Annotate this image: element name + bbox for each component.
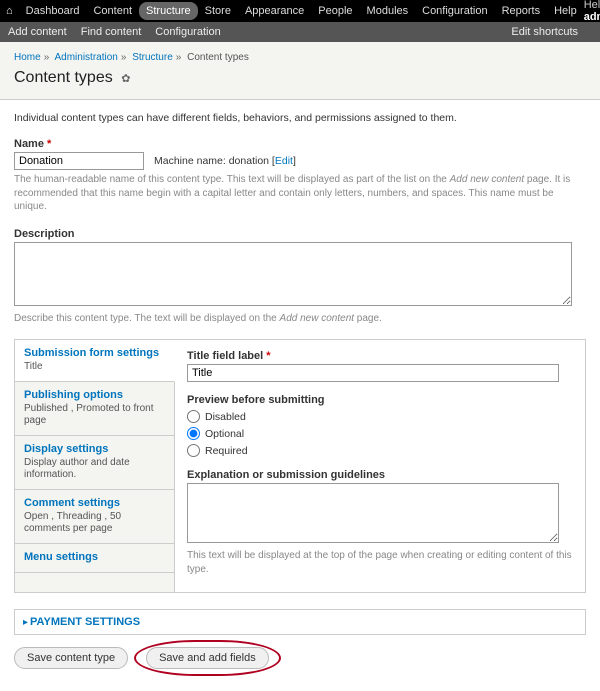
vtab-summary: Published , Promoted to front page — [24, 403, 165, 428]
machine-name: Machine name: donation [Edit] — [154, 155, 296, 167]
admin-topbar: ⌂ DashboardContentStructureStoreAppearan… — [0, 0, 600, 22]
hello-user: Hello admin — [584, 0, 600, 23]
top-menu-reports[interactable]: Reports — [495, 2, 548, 20]
vtab-summary: Display author and date information. — [24, 457, 165, 482]
save-content-type-button[interactable]: Save content type — [14, 647, 128, 669]
preview-option-disabled[interactable]: Disabled — [187, 410, 573, 423]
preview-option-optional[interactable]: Optional — [187, 427, 573, 440]
top-menu-structure[interactable]: Structure — [139, 2, 198, 20]
shortcut-bar: Add content Find content Configuration Edi… — [0, 22, 600, 42]
breadcrumb-admin[interactable]: Administration — [54, 52, 117, 63]
machine-name-edit-link[interactable]: Edit — [275, 155, 293, 167]
preview-radio-disabled[interactable] — [187, 410, 200, 423]
vtab-title: Menu settings — [24, 551, 165, 563]
explanation-textarea[interactable] — [187, 483, 559, 543]
submission-form-pane: Title field label * Preview before submi… — [175, 340, 585, 592]
vertical-tabs-list: Submission form settings Title Publishing … — [15, 340, 175, 592]
form-actions: Save content type Save and add fields — [14, 647, 586, 679]
shortcut-add-content[interactable]: Add content — [8, 26, 67, 38]
top-menu-content[interactable]: Content — [86, 2, 139, 20]
top-menu-configuration[interactable]: Configuration — [415, 2, 494, 20]
payment-settings-title: PAYMENT SETTINGS — [30, 616, 140, 628]
breadcrumb-home[interactable]: Home — [14, 52, 41, 63]
description-label: Description — [14, 228, 586, 240]
description-help: Describe this content type. The text wil… — [14, 312, 586, 326]
shortcut-configuration[interactable]: Configuration — [155, 26, 220, 38]
name-field: Name * Machine name: donation [Edit] The… — [14, 138, 586, 214]
top-menu-help[interactable]: Help — [547, 2, 584, 20]
vtab-title: Submission form settings — [24, 347, 165, 359]
top-menu-appearance[interactable]: Appearance — [238, 2, 311, 20]
vtab-submission-form-settings[interactable]: Submission form settings Title — [15, 340, 175, 382]
top-menu: DashboardContentStructureStoreAppearance… — [19, 2, 584, 20]
vtab-title: Display settings — [24, 443, 165, 455]
vtab-publishing-options[interactable]: Publishing options Published , Promoted t… — [15, 382, 174, 436]
preview-radio-optional[interactable] — [187, 427, 200, 440]
breadcrumb: Home» Administration» Structure» Content… — [14, 52, 586, 63]
vtab-comment-settings[interactable]: Comment settings Open , Threading , 50 co… — [15, 490, 174, 544]
name-label: Name * — [14, 138, 586, 150]
title-field-label-label: Title field label * — [187, 350, 573, 362]
breadcrumb-current: Content types — [187, 52, 249, 63]
preview-option-required[interactable]: Required — [187, 444, 573, 457]
annotation-highlight: Save and add fields — [146, 647, 269, 669]
intro-text: Individual content types can have differ… — [14, 112, 586, 124]
vtab-title: Comment settings — [24, 497, 165, 509]
name-help: The human-readable name of this content … — [14, 173, 586, 214]
save-and-add-fields-button[interactable]: Save and add fields — [146, 647, 269, 669]
explanation-help: This text will be displayed at the top o… — [187, 549, 573, 576]
vtab-menu-settings[interactable]: Menu settings — [15, 544, 174, 573]
page-title: Content types ✿ — [14, 69, 586, 87]
vtab-title: Publishing options — [24, 389, 165, 401]
description-textarea[interactable] — [14, 242, 572, 306]
content-area: Individual content types can have differ… — [0, 100, 600, 691]
preview-radios: Disabled Optional Required — [187, 410, 573, 457]
payment-settings-fieldset[interactable]: ▸PAYMENT SETTINGS — [14, 609, 586, 635]
preview-radio-required[interactable] — [187, 444, 200, 457]
preview-label: Preview before submitting — [187, 394, 573, 406]
edit-shortcuts-link[interactable]: Edit shortcuts — [511, 26, 578, 38]
top-menu-dashboard[interactable]: Dashboard — [19, 2, 87, 20]
name-input[interactable] — [14, 152, 144, 170]
vtab-display-settings[interactable]: Display settings Display author and date … — [15, 436, 174, 490]
gear-icon[interactable]: ✿ — [121, 73, 130, 85]
caret-right-icon: ▸ — [23, 617, 28, 628]
vertical-tabs: Submission form settings Title Publishing … — [14, 339, 586, 593]
vtab-summary: Open , Threading , 50 comments per page — [24, 511, 165, 536]
description-field: Description Describe this content type. … — [14, 228, 586, 326]
title-field-label-input[interactable] — [187, 364, 559, 382]
vtab-summary: Title — [24, 361, 165, 374]
breadcrumb-structure[interactable]: Structure — [132, 52, 173, 63]
home-icon[interactable]: ⌂ — [6, 5, 13, 17]
top-menu-store[interactable]: Store — [198, 2, 238, 20]
top-menu-modules[interactable]: Modules — [360, 2, 416, 20]
page-header: Home» Administration» Structure» Content… — [0, 42, 600, 100]
shortcut-find-content[interactable]: Find content — [81, 26, 142, 38]
explanation-label: Explanation or submission guidelines — [187, 469, 573, 481]
top-menu-people[interactable]: People — [311, 2, 359, 20]
